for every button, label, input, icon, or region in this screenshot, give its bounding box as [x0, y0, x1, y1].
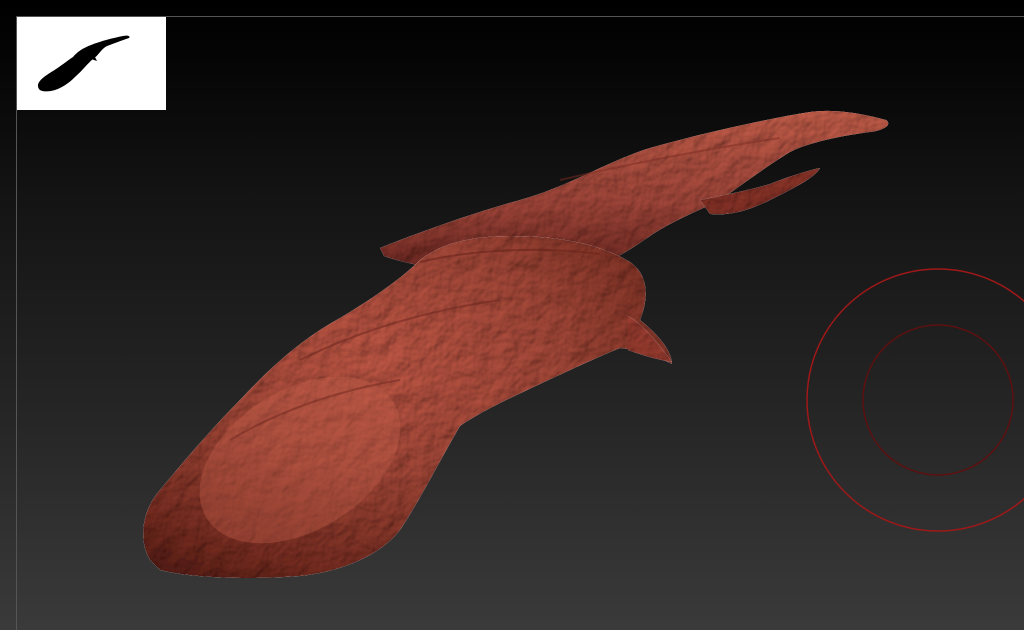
canvas-viewport[interactable] [0, 0, 1024, 630]
brush-outer-ring [806, 268, 1024, 532]
brush-inner-ring [862, 324, 1014, 476]
brush-draw-size-ring-icon [806, 268, 1024, 532]
